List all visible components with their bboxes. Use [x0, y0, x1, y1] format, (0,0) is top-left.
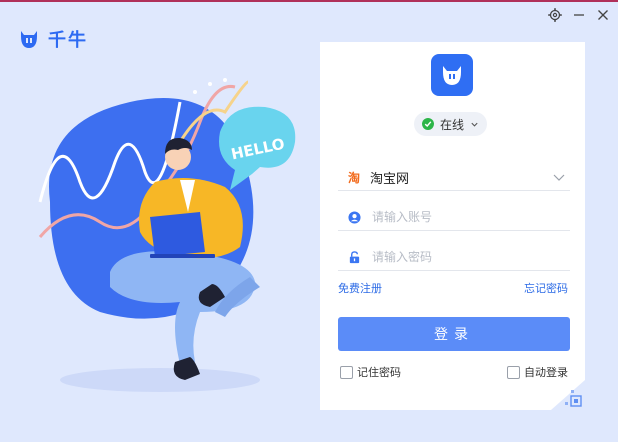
- close-icon: [598, 10, 608, 20]
- status-dropdown[interactable]: 在线: [414, 112, 488, 136]
- checkbox-box[interactable]: [340, 365, 353, 379]
- gear-icon: [548, 8, 562, 22]
- chevron-down-icon: [553, 174, 565, 181]
- settings-button[interactable]: [546, 6, 564, 24]
- cow-logo-icon: [443, 66, 461, 85]
- platform-select[interactable]: 淘 淘宝网: [338, 164, 570, 191]
- login-window: 千牛 HELLO 在线 淘 淘宝网 请输入账号 免费注册 忘记密码 登录 记住密…: [0, 0, 618, 442]
- taobao-icon: 淘: [347, 170, 360, 185]
- forgot-password-link[interactable]: 忘记密码: [524, 280, 568, 296]
- account-field[interactable]: [338, 204, 570, 231]
- app-icon: [431, 54, 473, 96]
- password-field[interactable]: [338, 244, 570, 271]
- minimize-icon: [574, 14, 584, 16]
- minimize-button[interactable]: [570, 6, 588, 24]
- login-panel: 在线 淘 淘宝网 请输入账号 免费注册 忘记密码 登录 记住密码 自动登录: [320, 42, 585, 410]
- chevron-down-icon: [471, 122, 478, 127]
- remember-password-label: 记住密码: [357, 366, 401, 379]
- user-icon: [346, 209, 362, 225]
- auto-login-checkbox[interactable]: 自动登录: [507, 364, 568, 380]
- lock-icon: [346, 249, 362, 265]
- checkbox-box[interactable]: [507, 365, 520, 379]
- account-input[interactable]: [370, 209, 554, 225]
- app-logo: 千牛: [18, 26, 88, 52]
- window-controls: [546, 6, 612, 24]
- auth-links: 免费注册 忘记密码: [338, 280, 568, 296]
- login-options: 记住密码 自动登录: [340, 364, 568, 380]
- welcome-illustration: HELLO: [38, 78, 296, 392]
- password-input[interactable]: [370, 249, 554, 265]
- qr-code-icon[interactable]: [551, 380, 585, 410]
- platform-selected-value: 淘宝网: [370, 171, 410, 187]
- cow-logo-icon: [21, 31, 37, 48]
- status-label: 在线: [440, 117, 465, 132]
- online-status-icon: [422, 118, 434, 130]
- register-link[interactable]: 免费注册: [338, 280, 382, 296]
- remember-password-checkbox[interactable]: 记住密码: [340, 364, 401, 380]
- app-name: 千牛: [48, 30, 88, 51]
- login-button[interactable]: 登录: [338, 317, 570, 351]
- auto-login-label: 自动登录: [524, 366, 568, 379]
- ground-shadow: [60, 368, 260, 392]
- laptop: [150, 212, 205, 257]
- close-button[interactable]: [594, 6, 612, 24]
